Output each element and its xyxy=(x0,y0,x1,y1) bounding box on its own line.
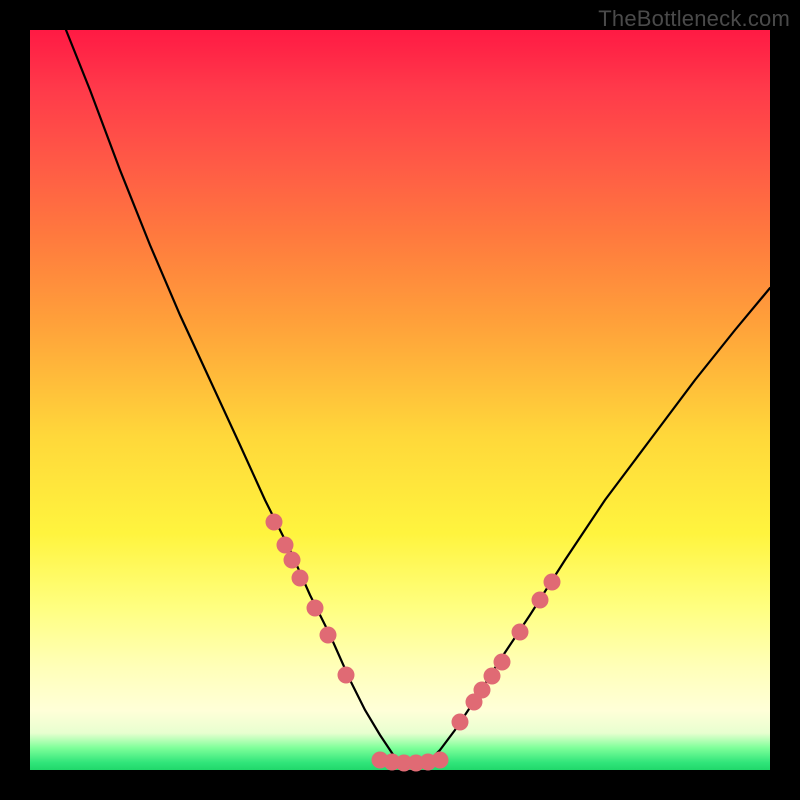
data-point xyxy=(292,570,309,587)
data-point xyxy=(284,552,301,569)
curve-layer xyxy=(30,30,770,770)
data-point xyxy=(320,627,337,644)
data-point xyxy=(494,654,511,671)
plot-area xyxy=(30,30,770,770)
data-point xyxy=(512,624,529,641)
data-point xyxy=(277,537,294,554)
data-point xyxy=(532,592,549,609)
data-point xyxy=(307,600,324,617)
data-markers xyxy=(266,514,561,772)
data-point xyxy=(484,668,501,685)
data-point xyxy=(474,682,491,699)
left-curve xyxy=(66,30,398,762)
data-point xyxy=(432,752,449,769)
watermark-text: TheBottleneck.com xyxy=(598,6,790,32)
data-point xyxy=(266,514,283,531)
chart-frame: TheBottleneck.com xyxy=(0,0,800,800)
data-point xyxy=(338,667,355,684)
data-point xyxy=(544,574,561,591)
data-point xyxy=(452,714,469,731)
